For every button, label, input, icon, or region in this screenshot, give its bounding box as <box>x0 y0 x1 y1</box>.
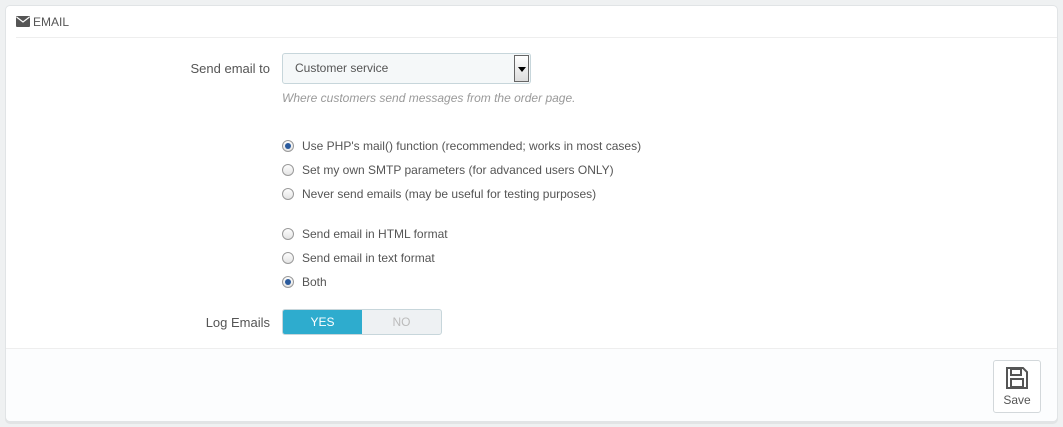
radio-label: Both <box>302 275 327 289</box>
radio-label: Send email in HTML format <box>302 227 448 241</box>
mail-format-html[interactable]: Send email in HTML format <box>282 227 448 241</box>
radio-button[interactable] <box>282 252 294 264</box>
radio-button[interactable] <box>282 276 294 288</box>
radio-label: Never send emails (may be useful for tes… <box>302 187 597 201</box>
email-panel: EMAIL Send email to Customer service Whe… <box>5 5 1058 422</box>
send-email-to-label: Send email to <box>190 61 271 76</box>
mail-format-both[interactable]: Both <box>282 275 327 289</box>
save-button[interactable]: Save <box>993 360 1041 413</box>
radio-label: Set my own SMTP parameters (for advanced… <box>302 163 614 177</box>
mail-method-php[interactable]: Use PHP's mail() function (recommended; … <box>282 139 641 153</box>
send-email-to-value: Customer service <box>295 61 389 75</box>
radio-button[interactable] <box>282 140 294 152</box>
mail-method-never[interactable]: Never send emails (may be useful for tes… <box>282 187 596 201</box>
panel-footer: Save <box>6 348 1057 421</box>
radio-label: Send email in text format <box>302 251 435 265</box>
save-label: Save <box>1003 393 1031 407</box>
log-emails-toggle[interactable]: YES NO <box>282 309 442 335</box>
panel-title: EMAIL <box>33 14 70 29</box>
chevron-down-icon[interactable] <box>514 55 529 82</box>
radio-button[interactable] <box>282 164 294 176</box>
radio-button[interactable] <box>282 188 294 200</box>
panel-heading: EMAIL <box>16 6 1057 38</box>
mail-format-text[interactable]: Send email in text format <box>282 251 435 265</box>
send-email-to-help: Where customers send messages from the o… <box>282 91 576 105</box>
log-emails-label: Log Emails <box>205 315 270 330</box>
mail-method-smtp[interactable]: Set my own SMTP parameters (for advanced… <box>282 163 614 177</box>
toggle-yes[interactable]: YES <box>283 310 362 334</box>
radio-label: Use PHP's mail() function (recommended; … <box>302 139 642 153</box>
radio-button[interactable] <box>282 228 294 240</box>
save-icon <box>1006 367 1028 389</box>
toggle-no[interactable]: NO <box>362 310 441 334</box>
send-email-to-select[interactable]: Customer service <box>282 53 531 84</box>
envelope-icon <box>16 16 30 27</box>
